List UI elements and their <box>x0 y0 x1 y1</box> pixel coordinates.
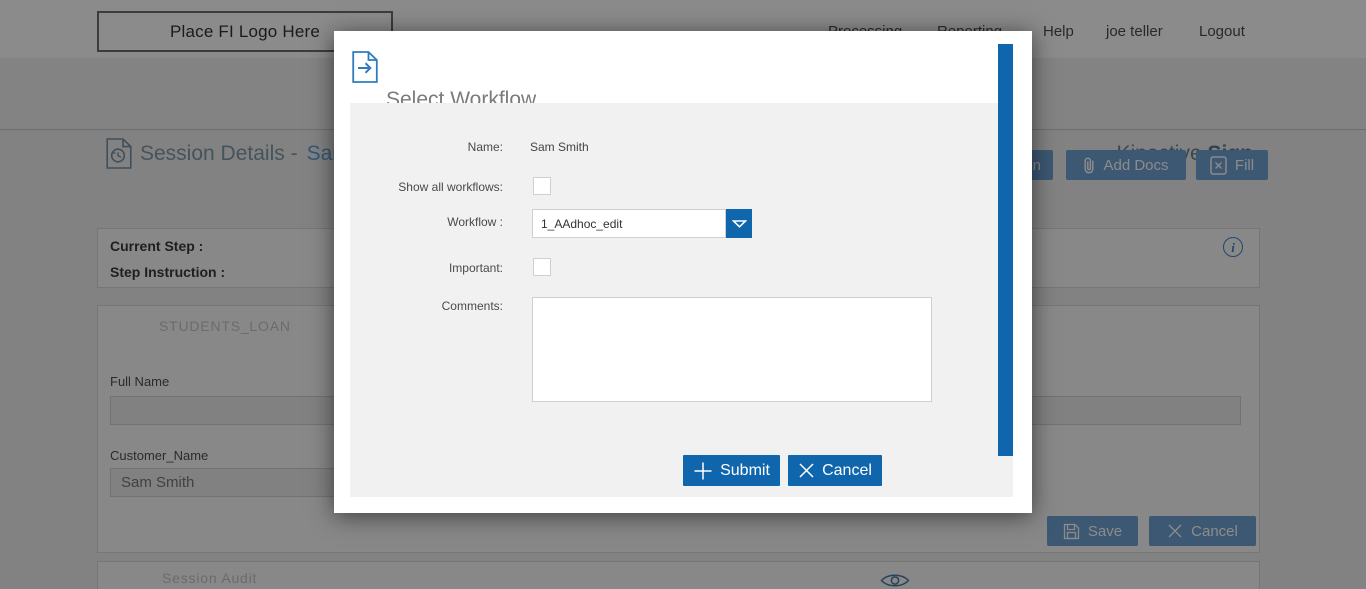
x-icon <box>798 462 815 479</box>
select-workflow-modal: Select Workflow Name: Sam Smith Show all… <box>334 31 1032 513</box>
modal-scrollbar-thumb[interactable] <box>998 44 1013 456</box>
app-page: Place FI Logo Here Processing Reporting … <box>0 0 1366 589</box>
name-value: Sam Smith <box>530 140 589 154</box>
modal-body: Name: Sam Smith Show all workflows: Work… <box>350 103 1013 497</box>
workflow-input[interactable] <box>532 209 726 238</box>
submit-button[interactable]: Submit <box>683 455 780 486</box>
chevron-down-icon <box>732 220 747 228</box>
document-arrow-icon <box>352 51 378 83</box>
plus-icon <box>693 461 713 481</box>
workflow-label: Workflow : <box>350 215 503 229</box>
show-all-workflows-checkbox[interactable] <box>533 177 551 195</box>
submit-label: Submit <box>720 462 770 480</box>
important-label: Important: <box>350 261 503 275</box>
comments-label: Comments: <box>350 299 503 313</box>
modal-cancel-label: Cancel <box>822 462 872 480</box>
comments-textarea[interactable] <box>532 297 932 402</box>
modal-cancel-button[interactable]: Cancel <box>788 455 882 486</box>
show-all-workflows-label: Show all workflows: <box>350 180 503 194</box>
workflow-dropdown-button[interactable] <box>726 209 752 238</box>
important-checkbox[interactable] <box>533 258 551 276</box>
name-label: Name: <box>350 140 503 154</box>
